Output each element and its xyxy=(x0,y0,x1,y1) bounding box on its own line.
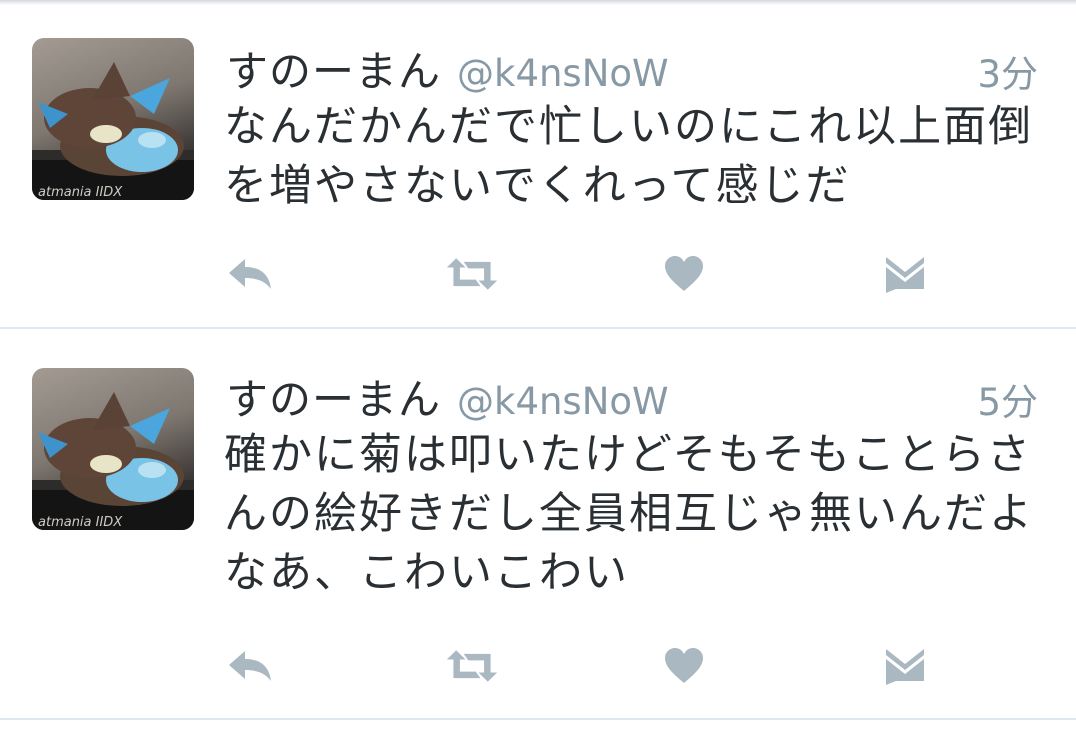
tweet-divider xyxy=(0,327,1076,329)
avatar[interactable]: atmania IIDX xyxy=(32,38,194,200)
avatar-image: atmania IIDX xyxy=(32,62,194,200)
retweet-icon xyxy=(446,258,498,290)
avatar-caption: atmania IIDX xyxy=(38,185,123,200)
tweet-actions xyxy=(224,644,934,688)
user-handle[interactable]: @k4nsNoW xyxy=(457,52,669,95)
reply-icon xyxy=(229,651,271,681)
reply-icon xyxy=(229,259,271,289)
reply-button[interactable] xyxy=(224,644,276,688)
tweet[interactable]: atmania IIDX すのーまん @k4nsNoW 3分 なんだかんだで忙し… xyxy=(0,0,1076,328)
tweet-text: なんだかんだで忙しいのにこれ以上面倒を増やさないでくれって感じだ xyxy=(224,102,1034,211)
retweet-button[interactable] xyxy=(446,252,498,296)
heart-icon xyxy=(665,648,703,683)
avatar[interactable]: atmania IIDX xyxy=(32,368,194,530)
like-button[interactable] xyxy=(658,644,710,688)
tweet-actions xyxy=(224,252,934,296)
envelope-icon xyxy=(886,649,924,685)
like-button[interactable] xyxy=(658,252,710,296)
avatar-image: atmania IIDX xyxy=(32,392,194,530)
timestamp[interactable]: 3分 xyxy=(977,44,1038,98)
tweet-header: すのーまん @k4nsNoW 5分 xyxy=(226,366,1038,424)
timestamp[interactable]: 5分 xyxy=(977,372,1038,426)
direct-message-button[interactable] xyxy=(879,644,931,688)
display-name[interactable]: すのーまん xyxy=(226,38,441,99)
tweet[interactable]: atmania IIDX すのーまん @k4nsNoW 5分 確かに菊は叩いたけ… xyxy=(0,330,1076,720)
reply-button[interactable] xyxy=(224,252,276,296)
direct-message-button[interactable] xyxy=(879,252,931,296)
tweet-header: すのーまん @k4nsNoW 3分 xyxy=(226,38,1038,96)
heart-icon xyxy=(665,256,703,291)
retweet-button[interactable] xyxy=(446,644,498,688)
retweet-icon xyxy=(446,650,498,682)
avatar-caption: atmania IIDX xyxy=(38,515,123,530)
user-handle[interactable]: @k4nsNoW xyxy=(457,380,669,423)
tweet-divider xyxy=(0,718,1076,720)
tweet-text: 確かに菊は叩いたけどそもそもことらさんの絵好きだし全員相互じゃ無いんだよなあ、こ… xyxy=(224,430,1034,598)
envelope-icon xyxy=(886,257,924,293)
display-name[interactable]: すのーまん xyxy=(226,366,441,427)
